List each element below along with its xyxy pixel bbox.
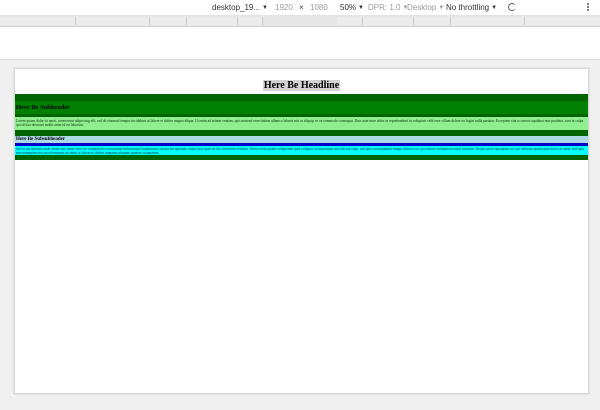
- device-select-label: desktop_19...: [212, 3, 261, 12]
- dimension-separator: ×: [299, 3, 304, 12]
- zoom-select[interactable]: 50% ▼: [340, 3, 364, 13]
- dpr-label: DPR: 1.0: [368, 3, 401, 12]
- mode-label: Desktop: [407, 3, 437, 12]
- caret-down-icon: ▼: [262, 5, 268, 11]
- headline-container: Here Be Headline: [15, 69, 588, 94]
- caret-down-icon: ▼: [358, 5, 364, 11]
- media-query-segment[interactable]: [414, 17, 451, 25]
- media-query-segment[interactable]: [238, 17, 263, 25]
- height-input[interactable]: 1080: [310, 3, 328, 12]
- media-query-segment[interactable]: [187, 17, 238, 25]
- width-input[interactable]: 1920: [275, 3, 293, 12]
- mode-select[interactable]: Desktop ▼: [407, 3, 444, 13]
- throttling-label: No throttling: [446, 3, 490, 12]
- page-subsubheader: Here Be Subsubheader: [15, 136, 588, 143]
- page-subheader: Here Be Subheader: [15, 101, 588, 114]
- dark-green-band: [15, 94, 588, 101]
- device-toolbar: desktop_19... ▼ 1920 × 1080 50% ▼ DPR: 1.0…: [0, 0, 600, 16]
- device-select[interactable]: desktop_19... ▼: [212, 3, 268, 13]
- media-query-segment[interactable]: [363, 17, 414, 25]
- page-headline: Here Be Headline: [262, 80, 341, 91]
- rotate-icon[interactable]: [508, 3, 516, 11]
- caret-down-icon: ▼: [491, 5, 498, 11]
- paragraph-one: Lorem ipsum dolor sit amet, consectetur …: [15, 117, 588, 130]
- media-query-segment[interactable]: [451, 17, 525, 25]
- emulated-viewport: Here Be Headline Here Be Subheader Lorem…: [14, 68, 589, 394]
- media-query-segment[interactable]: [76, 17, 150, 25]
- zoom-label: 50%: [340, 3, 357, 12]
- dpr-select[interactable]: DPR: 1.0 ▼: [368, 3, 408, 13]
- media-query-segment[interactable]: [0, 17, 76, 25]
- media-query-segment[interactable]: [338, 17, 363, 25]
- caret-down-icon: ▼: [438, 5, 445, 11]
- media-query-bar: [0, 16, 600, 27]
- throttling-select[interactable]: No throttling ▼: [446, 3, 497, 13]
- media-query-segment[interactable]: [525, 17, 600, 25]
- ruler-area: [0, 27, 600, 60]
- dark-green-band: [15, 155, 588, 160]
- media-query-segment[interactable]: [150, 17, 187, 25]
- paragraph-two: Sed ut perspiciatis unde omnis iste natu…: [15, 146, 588, 155]
- more-options-icon[interactable]: [587, 3, 589, 13]
